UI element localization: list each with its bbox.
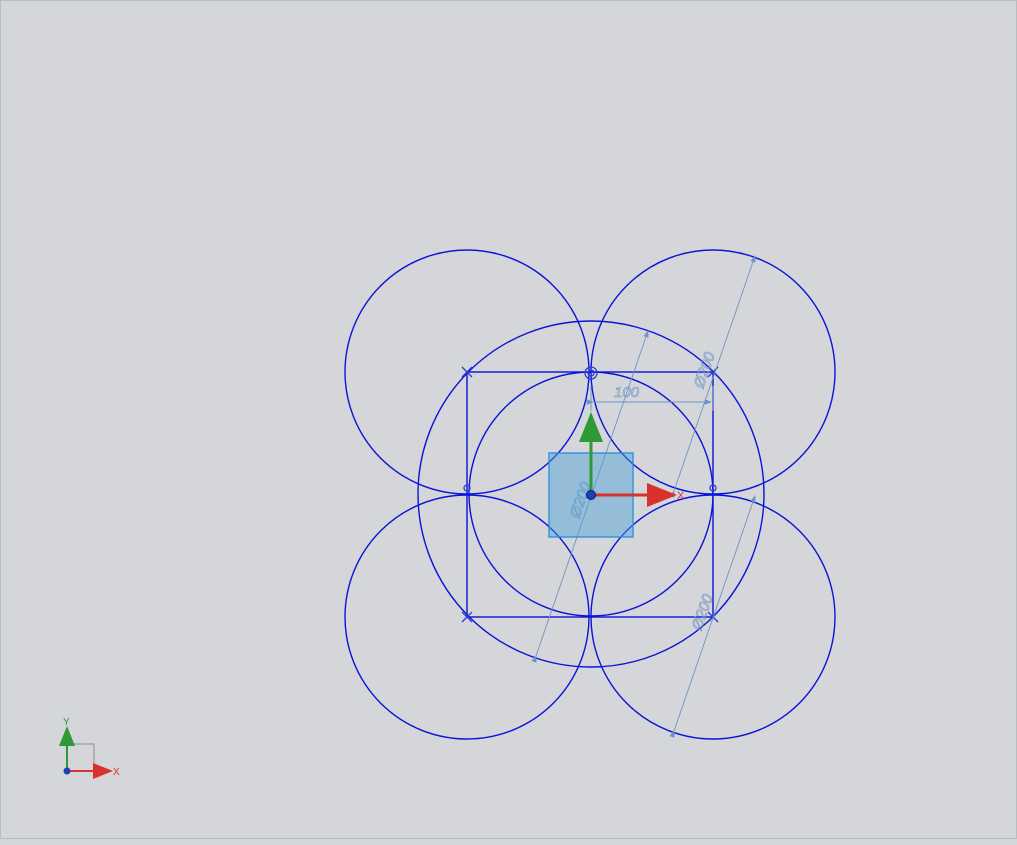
sketch-canvas[interactable]: Ø200 Ø200 Ø200 100 X Y X — [1, 1, 1017, 840]
triad-y-label: Y — [63, 717, 70, 728]
triad-origin — [63, 767, 71, 775]
view-triad[interactable]: Y X — [59, 717, 120, 779]
graphics-viewport[interactable]: Ø200 Ø200 Ø200 100 X Y X — [0, 0, 1017, 839]
triad-x-label: X — [113, 767, 120, 778]
view-triad-plane — [66, 743, 95, 772]
origin-point[interactable] — [586, 490, 596, 500]
dimension-text[interactable]: 100 — [614, 384, 640, 402]
sketch-csys[interactable]: X — [548, 412, 685, 538]
dimension-diameter-bottom-right[interactable]: Ø200 — [669, 495, 756, 738]
x-axis-label: X — [677, 490, 685, 502]
dimension-diameter-top-right[interactable]: Ø200 — [669, 255, 756, 498]
